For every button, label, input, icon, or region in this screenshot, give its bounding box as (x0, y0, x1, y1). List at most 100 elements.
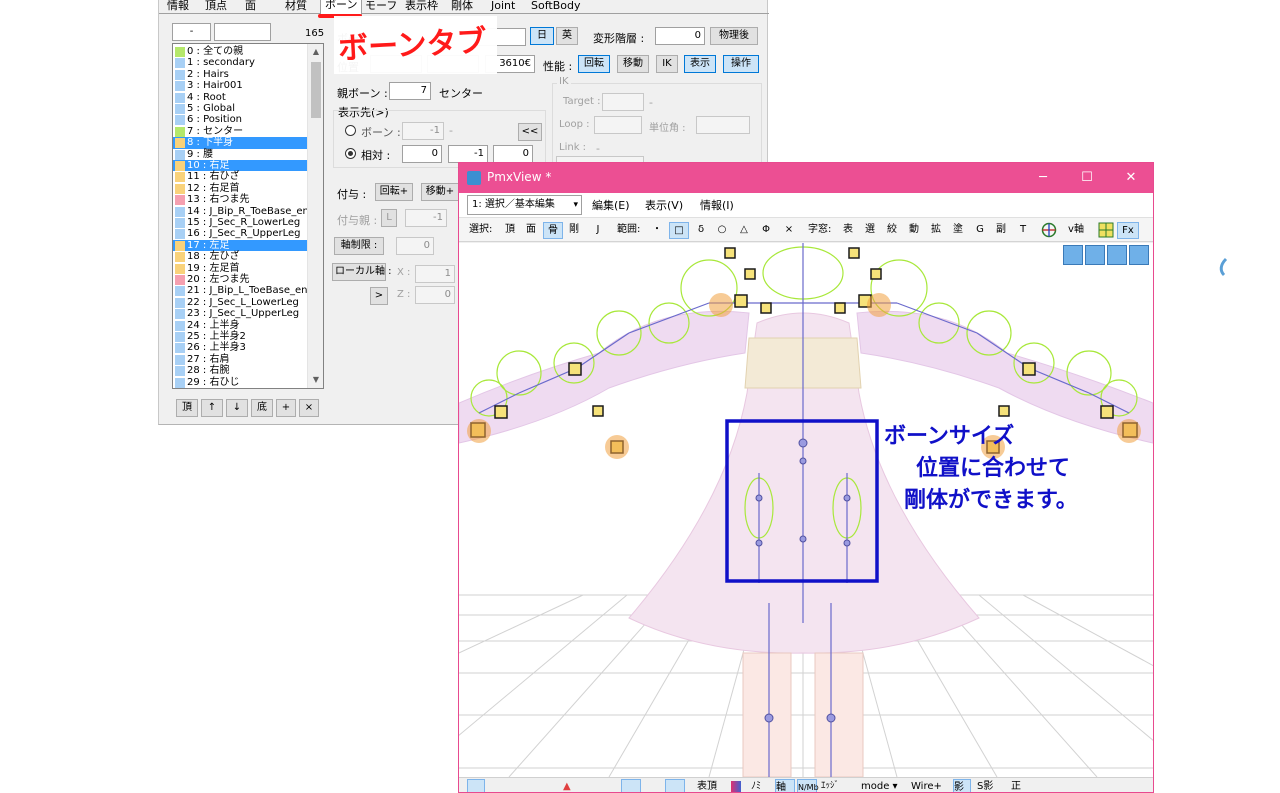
bone-list-item[interactable]: 29 : 右ひじ (173, 377, 308, 388)
bone-list-item[interactable]: 19 : 左足首 (173, 263, 308, 274)
bone-list-item[interactable]: 13 : 右つま先 (173, 194, 308, 206)
tab-face[interactable]: 面 (241, 0, 260, 14)
radio-relative[interactable] (345, 148, 356, 159)
perf-move-button[interactable]: 移動 (617, 55, 649, 73)
close-icon[interactable]: ✕ (1109, 163, 1153, 193)
select-rigid[interactable]: 剛 (567, 222, 581, 239)
bone-list-item[interactable]: 23 : J_Sec_L_UpperLeg (173, 308, 308, 320)
mode-combo[interactable]: 1: 選択／基本編集 ▾ (467, 195, 582, 215)
bone-list-item[interactable]: 17 : 左足 (173, 239, 308, 252)
bone-list-item[interactable]: 7 : センター (173, 126, 308, 137)
toggle-vertex-icon[interactable] (467, 779, 485, 792)
bottom-show-vertex[interactable]: 表頂 (697, 779, 717, 792)
local-axis-button[interactable]: ローカル軸 : (332, 263, 392, 281)
move-top-button[interactable]: 頂 (176, 399, 198, 417)
grant-parent-field[interactable]: -1 (405, 209, 447, 227)
pan-icon[interactable] (1063, 245, 1083, 265)
lang-en-button[interactable]: 英 (556, 27, 578, 45)
tab-morph[interactable]: モーフ (361, 0, 401, 14)
toggle-circle-icon[interactable] (539, 779, 553, 792)
bone-list-item[interactable]: 0 : 全ての親 (173, 46, 308, 57)
toggle-ik-icon[interactable] (645, 779, 659, 792)
scroll-down-icon[interactable]: ▼ (308, 372, 323, 388)
bottom-wire[interactable]: Wire+ (911, 779, 942, 792)
bone-list-item[interactable]: 15 : J_Sec_R_LowerLeg (173, 217, 308, 228)
scroll-up-icon[interactable]: ▲ (308, 44, 323, 60)
bone-list-item[interactable]: 2 : Hairs (173, 69, 308, 80)
add-bone-button[interactable]: + (276, 399, 296, 417)
bone-list-item[interactable]: 21 : J_Bip_L_ToeBase_en (173, 285, 308, 297)
bone-list-item[interactable]: 12 : 右足首 (173, 183, 308, 194)
bone-list-scrollbar[interactable]: ▲ ▼ (307, 44, 323, 388)
lang-jp-button[interactable]: 日 (530, 27, 554, 45)
display-bone-field[interactable]: -1 (402, 122, 444, 140)
minimize-icon[interactable]: ─ (1021, 163, 1065, 193)
char-t[interactable]: T (1016, 222, 1030, 239)
bottom-axis[interactable]: 軸 (775, 779, 795, 792)
toggle-triangle-icon[interactable]: ▲ (563, 779, 577, 792)
tab-info[interactable]: 情報 (163, 0, 193, 14)
pmxview-titlebar[interactable]: PmxView * ─ ☐ ✕ (459, 163, 1153, 193)
move-bottom-button[interactable]: 底 (251, 399, 273, 417)
char-select[interactable]: 選 (863, 222, 877, 239)
bone-list-item[interactable]: 14 : J_Bip_R_ToeBase_en (173, 206, 309, 217)
char-table[interactable]: 表 (841, 222, 855, 239)
axis-limit-field[interactable]: 0 (396, 237, 434, 255)
range-delta[interactable]: δ (694, 222, 708, 239)
view-gizmo[interactable] (1063, 245, 1151, 265)
bone-list-item[interactable]: 16 : J_Sec_R_UpperLeg (173, 228, 308, 240)
perf-operate-button[interactable]: 操作 (723, 55, 759, 73)
relative-x-field[interactable]: 0 (402, 145, 442, 163)
range-clear[interactable]: × (782, 222, 796, 239)
rotate-icon[interactable] (1129, 245, 1149, 265)
select-bone[interactable]: 骨 (543, 222, 563, 239)
bone-list-item[interactable]: 20 : 左つま先 (173, 274, 308, 285)
char-sub[interactable]: 副 (994, 222, 1008, 239)
tab-softbody[interactable]: SoftBody (527, 0, 584, 14)
display-back-button[interactable]: << (518, 123, 542, 141)
range-phi[interactable]: Φ (759, 222, 773, 239)
bone-list-item[interactable]: 18 : 左ひざ (173, 251, 308, 263)
parent-bone-field[interactable]: 7 (389, 82, 431, 100)
range-rect[interactable]: □ (669, 222, 689, 239)
bone-list-item[interactable]: 22 : J_Sec_L_LowerLeg (173, 297, 308, 308)
local-z-field[interactable]: 0 (415, 286, 455, 304)
zoom-icon[interactable] (1107, 245, 1127, 265)
bone-list-item[interactable]: 1 : secondary (173, 57, 308, 69)
globe-icon[interactable] (1040, 222, 1058, 239)
range-point[interactable]: ・ (651, 222, 663, 239)
bottom-nmb[interactable]: N/Mb (797, 779, 819, 792)
menu-edit[interactable]: 編集(E) (592, 197, 630, 213)
bottom-self-shadow[interactable]: S影 (977, 779, 993, 792)
tab-vertex[interactable]: 頂点 (201, 0, 231, 14)
char-paint[interactable]: 塗 (951, 222, 965, 239)
char-narrow[interactable]: 絞 (885, 222, 899, 239)
bone-search-field[interactable] (214, 23, 271, 41)
tab-bone[interactable]: ボーン (320, 0, 363, 15)
scroll-thumb[interactable] (311, 62, 321, 118)
bone-list-item[interactable]: 6 : Position (173, 114, 308, 126)
char-move[interactable]: 動 (907, 222, 921, 239)
bottom-nomi[interactable]: ﾉﾐ (751, 779, 761, 792)
bone-list-item[interactable]: 25 : 上半身2 (173, 331, 308, 342)
menu-view[interactable]: 表示(V) (645, 197, 683, 213)
v-axis-button[interactable]: v軸 (1063, 222, 1089, 239)
tab-rigid-body[interactable]: 剛体 (447, 0, 477, 14)
maximize-icon[interactable]: ☐ (1065, 163, 1109, 193)
fx-button[interactable]: Fx (1117, 222, 1139, 239)
grid-icon[interactable] (1097, 222, 1115, 239)
ik-loop-field[interactable] (594, 116, 642, 134)
move-down-button[interactable]: ↓ (226, 399, 248, 417)
select-vertex[interactable]: 頂 (503, 222, 517, 239)
grant-parent-l-button[interactable]: L (381, 209, 397, 227)
menu-info[interactable]: 情報(I) (700, 197, 734, 213)
select-face[interactable]: 面 (524, 222, 538, 239)
bottom-edge[interactable]: ｴｯｼﾞ (821, 779, 839, 792)
bottom-ortho[interactable]: 正 (1011, 779, 1021, 792)
tab-material[interactable]: 材質 (281, 0, 311, 14)
bone-list-item[interactable]: 5 : Global (173, 103, 308, 114)
bone-list-item[interactable]: 11 : 右ひざ (173, 171, 308, 183)
relative-z-field[interactable]: 0 (493, 145, 533, 163)
char-group[interactable]: G (973, 222, 987, 239)
deform-layer-field[interactable]: 0 (655, 27, 705, 45)
